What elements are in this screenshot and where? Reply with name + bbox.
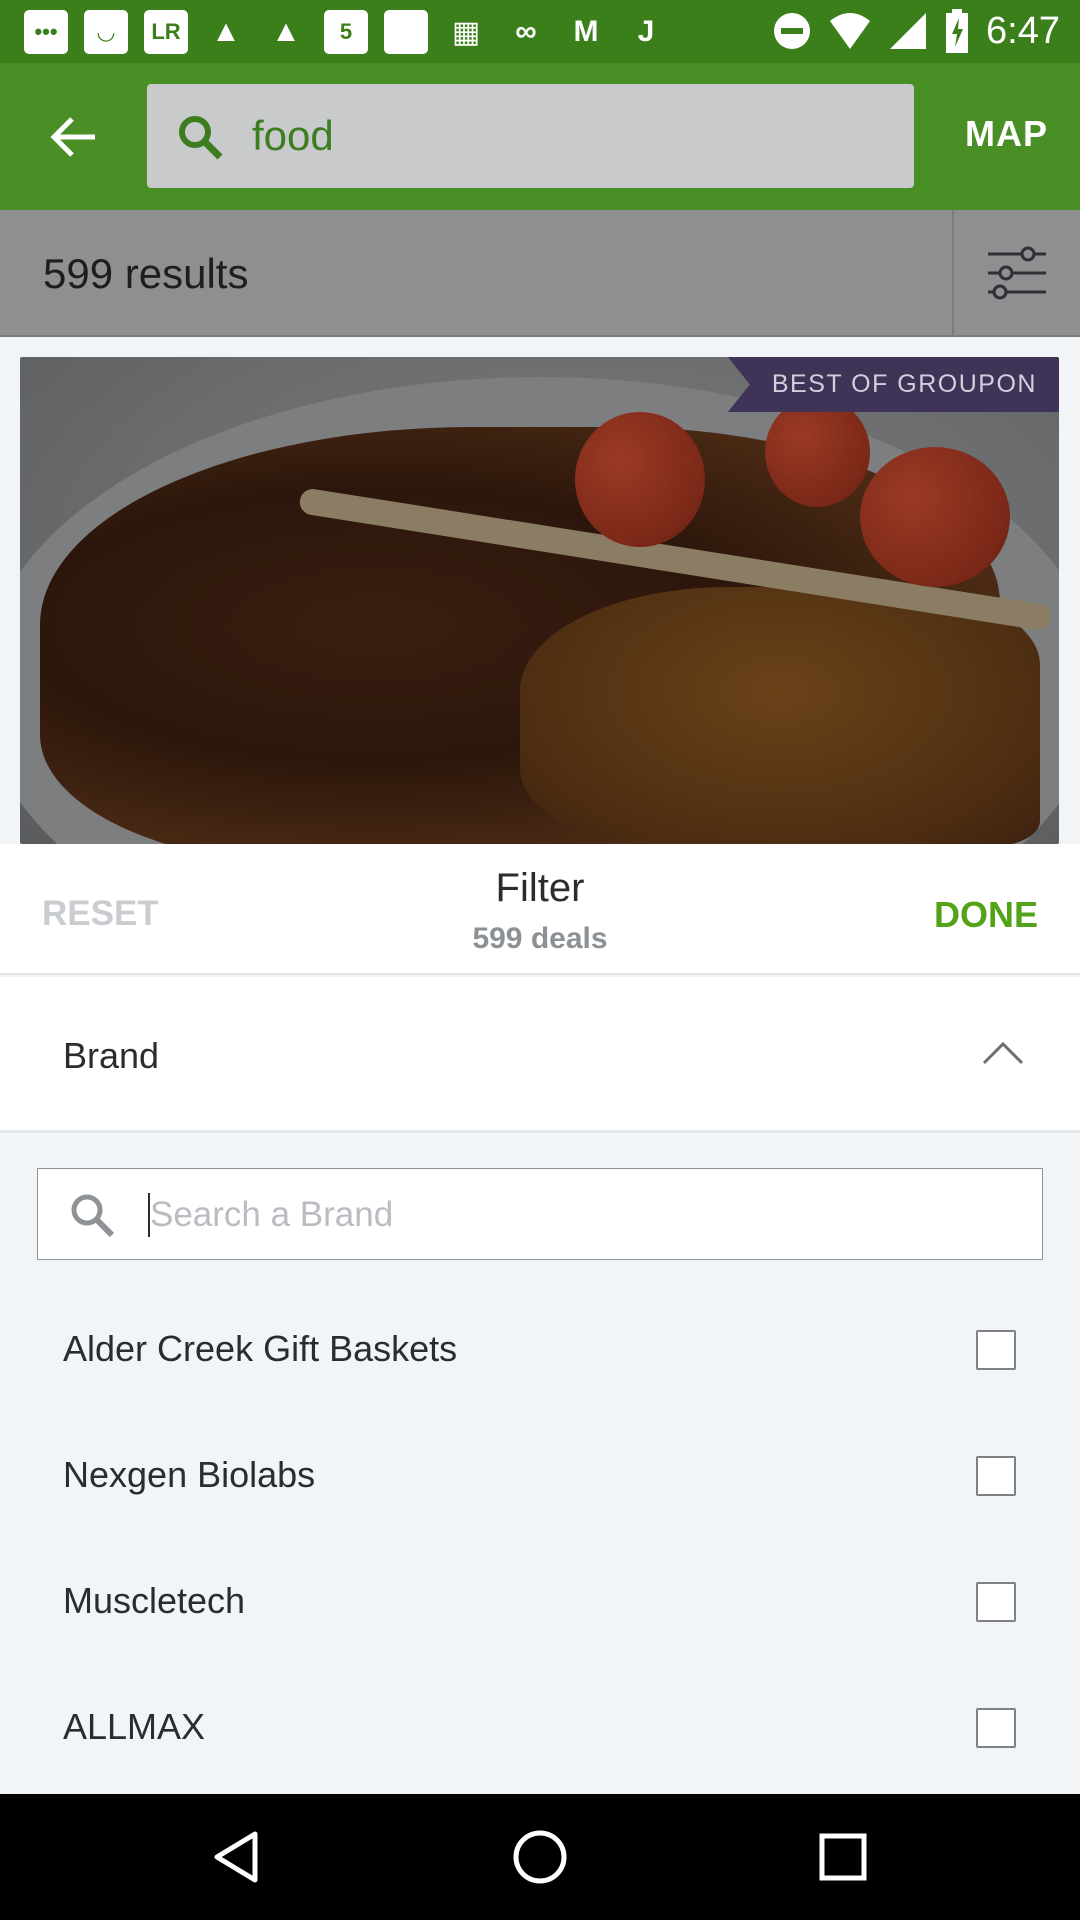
back-button[interactable]: [38, 107, 110, 167]
arrow-back-icon: [50, 117, 95, 157]
nav-home-button[interactable]: [507, 1824, 573, 1890]
shopping-icon: ▲: [211, 15, 241, 48]
j-icon-text: J: [637, 15, 655, 48]
search-field[interactable]: food: [147, 84, 914, 188]
results-bar: 599 results: [0, 210, 1080, 337]
five-icon: 5: [324, 10, 368, 54]
search-query: food: [252, 112, 334, 159]
brand-list: Alder Creek Gift Baskets Nexgen Biolabs …: [0, 1136, 1080, 1794]
link-icon: ∞: [515, 15, 537, 48]
search-icon: [71, 1194, 115, 1238]
brand-label: ALLMAX: [63, 1706, 206, 1747]
brand-checkbox[interactable]: [976, 1582, 1016, 1622]
filter-sheet-header: RESET Filter 599 deals DONE: [0, 844, 1080, 975]
wifi-icon: [830, 13, 871, 49]
brand-section-header[interactable]: Brand: [0, 977, 1080, 1133]
shopping-icon: ▲: [271, 15, 301, 48]
brand-search-input[interactable]: [150, 1187, 1010, 1243]
search-icon: [179, 116, 223, 160]
five-icon-text: 5: [339, 19, 353, 44]
results-count: 599 results: [43, 250, 249, 297]
system-icons: 6:47: [772, 8, 1060, 54]
m-icon-text: M: [573, 15, 599, 48]
brand-label: Muscletech: [63, 1580, 246, 1621]
brand-checkbox[interactable]: [976, 1330, 1016, 1370]
filter-button[interactable]: [952, 210, 1080, 335]
nav-recents-button[interactable]: [810, 1824, 876, 1890]
best-of-groupon-badge: BEST OF GROUPON: [727, 357, 1059, 412]
lr-icon-text: LR: [151, 19, 181, 44]
j-icon: J: [624, 10, 668, 54]
square-icon: [384, 10, 428, 54]
list-item[interactable]: Alder Creek Gift Baskets: [0, 1290, 1080, 1416]
brand-search-field[interactable]: [37, 1168, 1043, 1260]
filter-deal-count: 599 deals: [472, 922, 608, 955]
deal-card[interactable]: BEST OF GROUPON: [20, 357, 1059, 844]
amazon-icon: ◡: [84, 10, 128, 54]
message-icon: •••: [24, 10, 68, 54]
filter-title: Filter: [495, 866, 585, 910]
lr-icon: LR: [144, 10, 188, 54]
clock: 6:47: [986, 9, 1060, 52]
grid-icon: ▦: [451, 15, 481, 49]
battery-icon: [946, 9, 969, 53]
circle-home-icon: [513, 1830, 567, 1884]
list-item[interactable]: ALLMAX: [0, 1668, 1080, 1794]
list-item[interactable]: Nexgen Biolabs: [0, 1416, 1080, 1542]
brand-checkbox[interactable]: [976, 1708, 1016, 1748]
chevron-up-icon: [982, 1041, 1024, 1065]
signal-icon: [890, 13, 927, 49]
done-button[interactable]: DONE: [934, 894, 1038, 936]
list-item[interactable]: Muscletech: [0, 1542, 1080, 1668]
dnd-icon: [774, 13, 811, 49]
triangle-back-icon: [214, 1831, 258, 1883]
map-button[interactable]: MAP: [965, 113, 1048, 155]
square-recents-icon: [819, 1833, 867, 1881]
nav-back-button[interactable]: [203, 1824, 269, 1890]
brand-checkbox[interactable]: [976, 1456, 1016, 1496]
navigation-bar: [0, 1794, 1080, 1920]
status-bar: ••• ◡ LR ▲ ▲ 5 ▦ ∞ M J 6:47: [0, 0, 1080, 63]
notification-icons: ••• ◡ LR ▲ ▲ 5 ▦ ∞ M J: [24, 10, 668, 54]
app-bar: food MAP: [0, 63, 1080, 210]
sliders-icon: [988, 246, 1046, 299]
brand-label: Nexgen Biolabs: [63, 1454, 316, 1495]
brand-section-title: Brand: [63, 1035, 160, 1076]
m-icon: M: [564, 10, 608, 54]
brand-label: Alder Creek Gift Baskets: [63, 1328, 458, 1369]
